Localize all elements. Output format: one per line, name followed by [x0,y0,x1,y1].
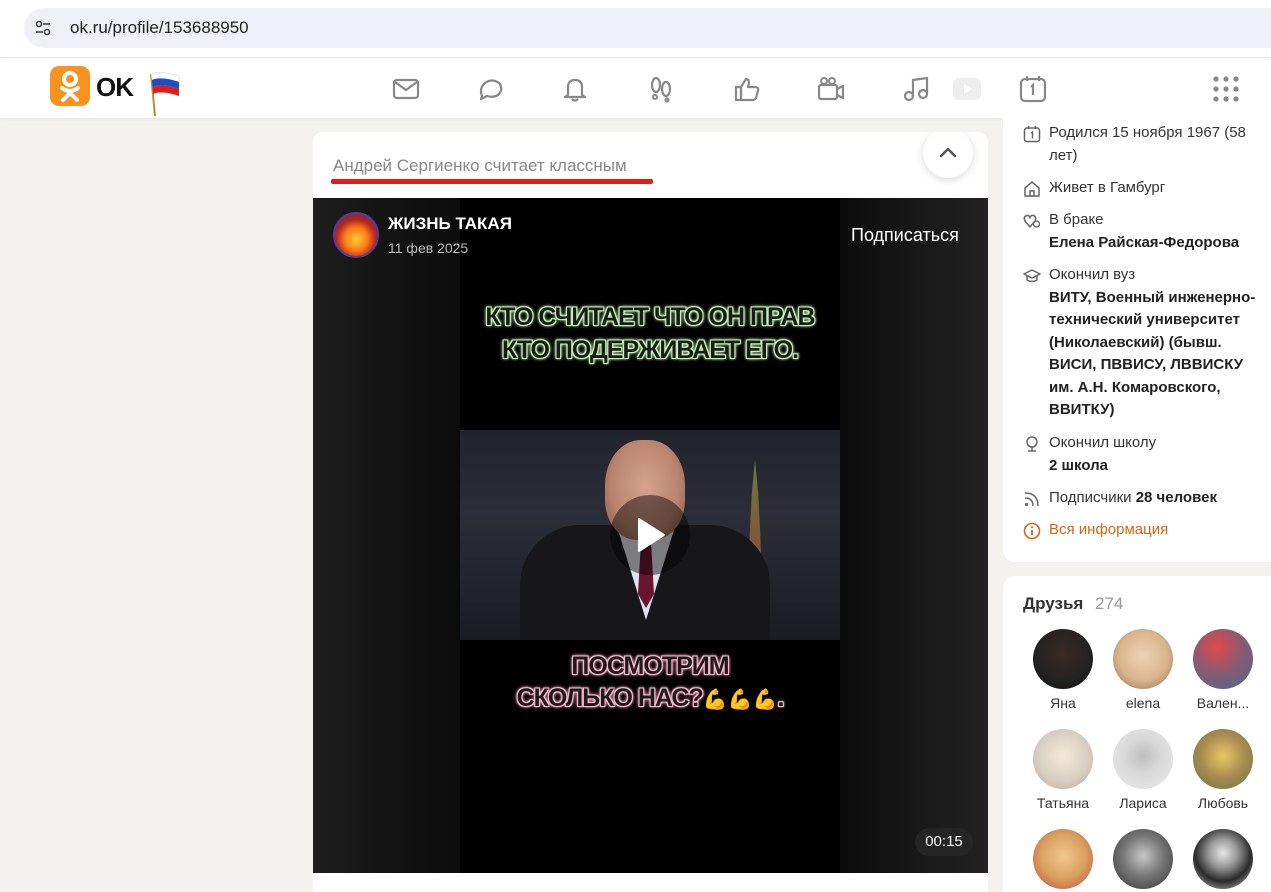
collapse-button[interactable] [923,132,973,178]
site-header: OK [0,58,1271,118]
graduation-cap-icon [1023,269,1041,283]
play-icon [638,518,665,552]
friend-item[interactable] [1023,829,1103,889]
like-icon[interactable] [732,74,762,104]
friend-avatar [1033,829,1093,889]
video-caption-bottom: ПОСМОТРИМ СКОЛЬКО НАС?💪💪💪. [473,650,827,716]
group-name[interactable]: ЖИЗНЬ ТАКАЯ [388,214,512,234]
apps-grid-icon[interactable] [1213,76,1239,102]
liked-by-text[interactable]: Андрей Сергиенко считает классным [333,156,627,176]
school-name[interactable]: 2 школа [1049,457,1108,474]
calendar-icon [1023,126,1041,143]
friend-item[interactable] [1103,829,1183,889]
rss-icon [1024,492,1039,507]
info-subscribers-text: Подписчики 28 человек [1049,487,1264,510]
friend-item[interactable]: Любовь [1183,729,1263,811]
school-bulb-icon [1026,436,1038,452]
caption-bottom-line-2-text: СКОЛЬКО НАС? [516,684,704,712]
caption-bottom-line-1: ПОСМОТРИМ [571,652,729,680]
friend-avatar [1113,729,1173,789]
school-label: Окончил школу [1049,434,1157,451]
chat-icon[interactable] [476,74,506,104]
site-settings-icon[interactable] [34,19,52,37]
video-play-icon[interactable] [952,74,982,104]
friend-avatar [1033,629,1093,689]
browser-address-bar: ok.ru/profile/153688950 [0,0,1271,58]
hearts-icon [1023,214,1041,229]
friend-avatar [1113,829,1173,889]
post-date: 11 фев 2025 [388,240,469,256]
mail-icon[interactable] [391,74,421,104]
chevron-up-icon [939,147,957,158]
video-duration: 00:15 [915,828,973,856]
red-underline-annotation [331,179,653,184]
info-icon [1023,522,1041,540]
friend-item[interactable] [1183,829,1263,889]
guests-icon[interactable] [646,74,676,104]
friend-avatar [1033,729,1093,789]
friend-avatar [1193,729,1253,789]
friend-name: Татьяна [1036,795,1090,811]
url-text: ok.ru/profile/153688950 [70,18,249,37]
video-camera-icon[interactable] [816,74,846,104]
russia-flag-icon [150,72,180,117]
university-name[interactable]: ВИТУ, Военный инженерно-технический унив… [1049,289,1255,419]
video-caption-top: КТО СЧИТАЕТ ЧТО ОН ПРАВ КТО ПОДЕРЖИВАЕТ … [485,303,815,364]
info-birth-text: Родился 15 ноября 1967 (58 лет) [1049,124,1246,164]
friend-item[interactable]: Яна [1023,629,1103,711]
home-icon [1024,181,1040,197]
url-field[interactable]: ok.ru/profile/153688950 [24,8,1271,48]
friend-item[interactable]: Лариса [1103,729,1183,811]
video-photo [460,430,840,640]
friend-avatar [1193,829,1253,889]
caption-bottom-end: . [777,684,784,712]
friend-name: Лариса [1119,795,1167,811]
friend-name: Яна [1050,695,1076,711]
video-blur-right [840,198,988,873]
friend-name: Любовь [1197,795,1249,811]
university-label: Окончил вуз [1049,266,1136,283]
friend-avatar [1193,629,1253,689]
caption-bottom-line-2: СКОЛЬКО НАС?💪💪💪. [473,682,827,716]
subscribers-label: Подписчики [1049,489,1132,506]
ok-logo-text[interactable]: OK [96,72,134,103]
video-player[interactable]: КТО СЧИТАЕТ ЧТО ОН ПРАВ КТО ПОДЕРЖИВАЕТ … [313,198,988,873]
friend-item[interactable]: elena [1103,629,1183,711]
bell-icon[interactable] [560,74,590,104]
friend-avatar [1113,629,1173,689]
music-icon[interactable] [901,74,931,104]
video-blur-left [313,198,460,873]
feed-post-card: Андрей Сергиенко считает классным КТО СЧ… [313,132,988,892]
marriage-label: В браке [1049,211,1104,228]
friends-card: Друзья 274 Яна elena Вален... Татьяна Ла… [1003,576,1271,892]
friends-title[interactable]: Друзья [1023,594,1083,614]
group-avatar[interactable] [333,212,379,258]
all-info-text: Вся информация [1049,521,1169,538]
friend-item[interactable]: Вален... [1183,629,1263,711]
calendar-icon[interactable] [1018,74,1048,104]
info-marriage-text: В браке Елена Райская-Федорова [1049,209,1264,254]
flexed-biceps-icon: 💪💪💪 [702,689,778,711]
spouse-name[interactable]: Елена Райская-Федорова [1049,234,1239,251]
friend-item[interactable]: Татьяна [1023,729,1103,811]
subscribers-count: 28 человек [1135,489,1217,506]
friends-count: 274 [1095,594,1124,613]
profile-info-card: Родился 15 ноября 1967 (58 лет) Живет в … [1003,110,1271,562]
info-lives-text: Живет в Гамбург [1049,179,1166,196]
ok-logo-icon[interactable] [50,66,90,106]
friend-name: Вален... [1196,695,1250,711]
friend-name: elena [1125,695,1161,711]
subscribe-button[interactable]: Подписаться [851,225,959,246]
play-button[interactable] [610,495,690,575]
info-university-text: Окончил вуз ВИТУ, Военный инженерно-техни… [1049,264,1264,422]
info-school-text: Окончил школу 2 школа [1049,432,1264,477]
